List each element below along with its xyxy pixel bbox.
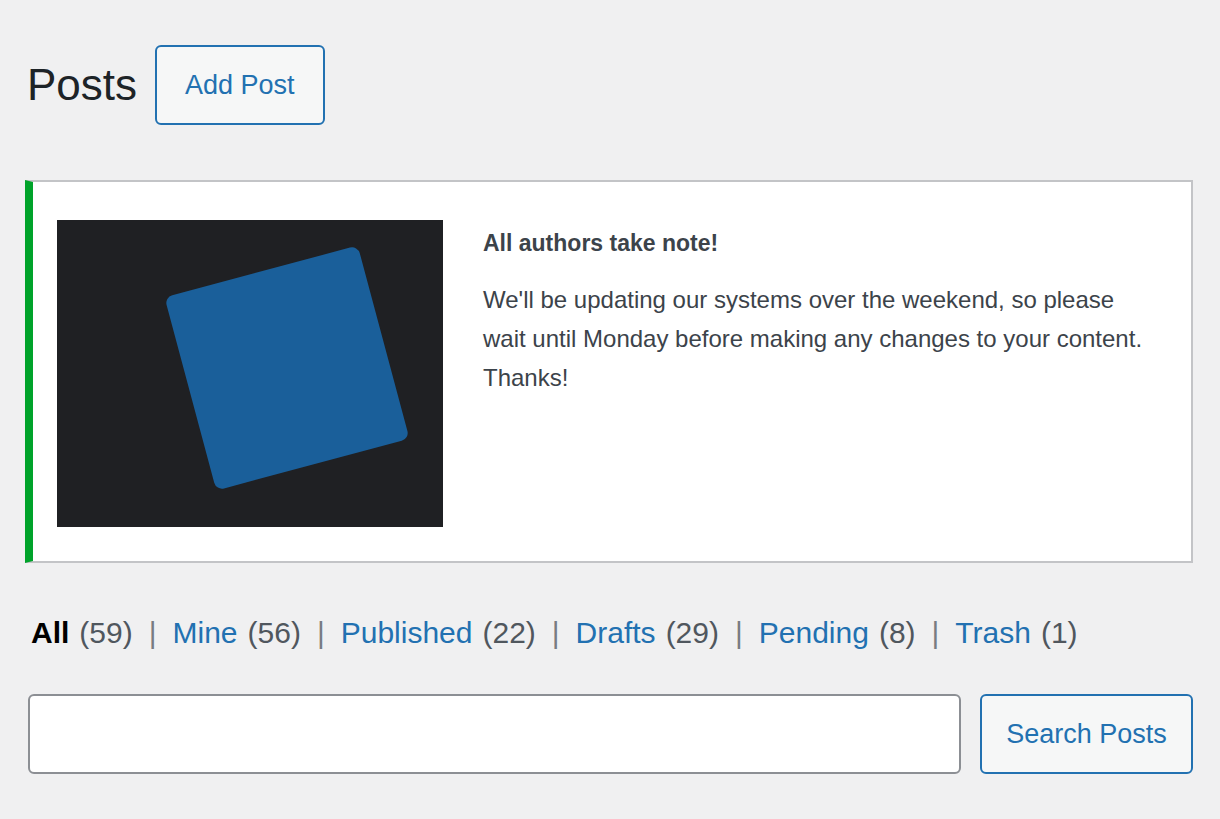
page-header: Posts Add Post [25,45,1193,125]
filter-link[interactable]: Published [341,613,473,653]
filter-count: (29) [666,613,719,653]
filter-separator: | [317,613,325,653]
filter-count: (22) [482,613,535,653]
filter-link[interactable]: All [31,613,69,653]
filter-item: | Drafts(29) [536,613,719,653]
filter-count: (1) [1041,613,1078,653]
filter-item: | Pending (8) [719,613,916,653]
notice-body: All authors take note! We'll be updating … [483,220,1161,527]
filter-link[interactable]: Mine [173,613,238,653]
notice: All authors take note! We'll be updating … [25,180,1193,563]
filter-separator: | [735,613,743,653]
key-shape [165,246,410,491]
post-filters: All (59) | Mine(56) | Published(22) | Drafts(29… [31,613,1193,653]
search-button[interactable]: Search Posts [980,694,1193,774]
filter-separator: | [552,613,560,653]
filter-count: (8) [879,613,916,653]
posts-page: Posts Add Post All authors take note! We'll… [0,0,1220,774]
notice-image [57,220,443,527]
search-row: Search Posts [25,694,1193,774]
search-input[interactable] [28,694,961,774]
filter-count: (56) [248,613,301,653]
notice-message: We'll be updating our systems over the w… [483,280,1161,397]
filter-item: | Mine(56) [133,613,301,653]
filter-count: (59) [79,613,132,653]
filter-link[interactable]: Pending [759,613,869,653]
filter-item: | Published(22) [301,613,536,653]
filter-separator: | [932,613,940,653]
filter-separator: | [149,613,157,653]
add-post-button[interactable]: Add Post [155,45,325,125]
page-title: Posts [27,63,137,107]
notice-title: All authors take note! [483,228,1161,258]
filter-link[interactable]: Trash [955,613,1031,653]
filter-item: | Trash (1) [916,613,1078,653]
filter-link[interactable]: Drafts [576,613,656,653]
filter-item: All (59) [31,613,133,653]
